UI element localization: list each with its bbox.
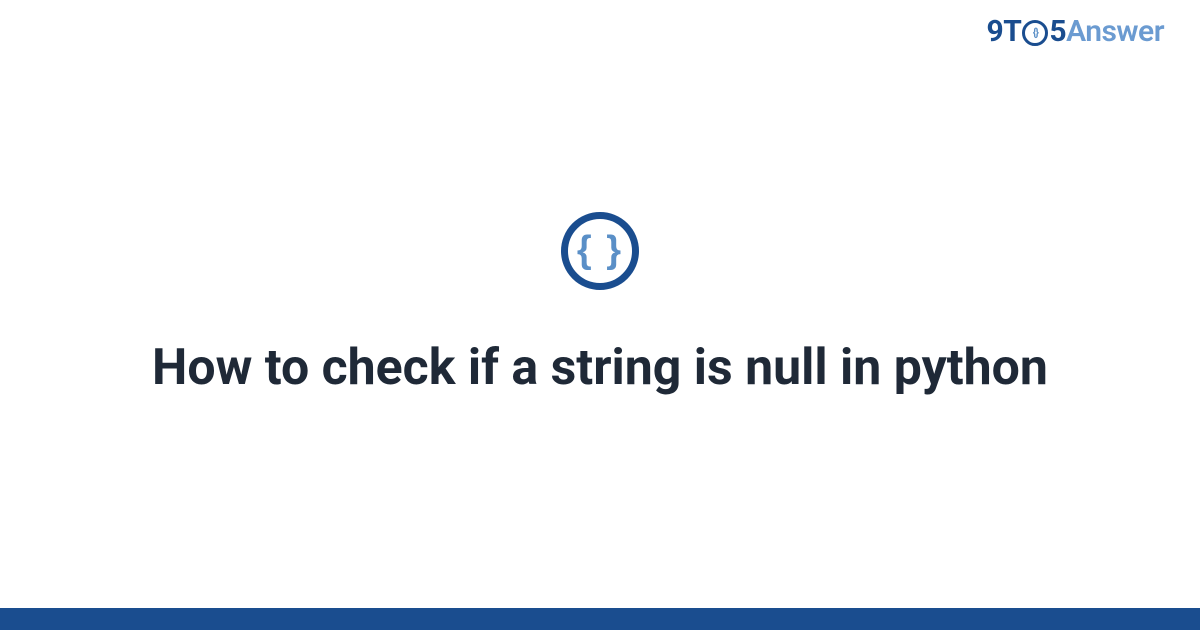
main-content: { } How to check if a string is null in …: [0, 0, 1200, 610]
footer-bar: [0, 608, 1200, 630]
page-title: How to check if a string is null in pyth…: [152, 338, 1048, 399]
code-braces-icon: { }: [561, 212, 639, 290]
braces-glyph: { }: [577, 229, 623, 272]
